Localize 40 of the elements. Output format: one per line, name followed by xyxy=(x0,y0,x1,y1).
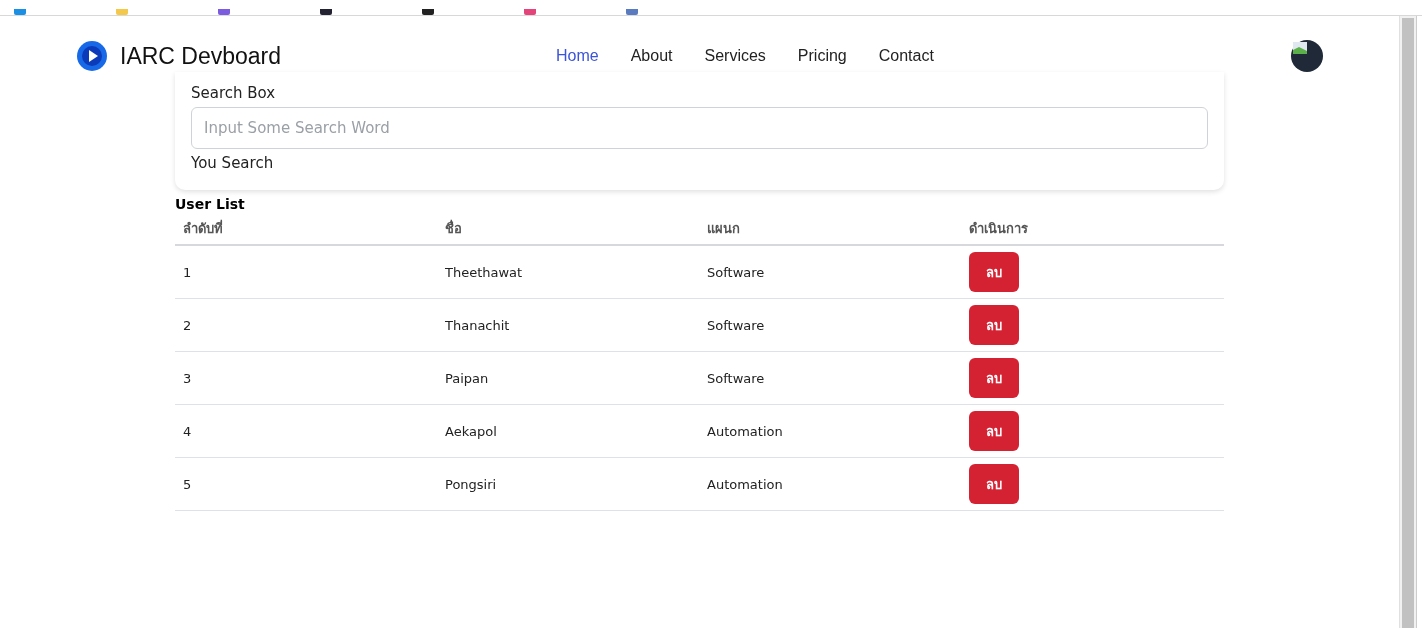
delete-button[interactable]: ลบ xyxy=(969,252,1019,292)
table-cell: 4 xyxy=(183,423,192,439)
bookmark-icon[interactable] xyxy=(218,9,230,15)
table-cell: Automation xyxy=(707,476,783,492)
search-result-label: You Search xyxy=(191,154,275,172)
table-cell: Theethawat xyxy=(445,264,523,280)
nav-link[interactable]: Home xyxy=(556,47,599,65)
scrollbar-thumb[interactable] xyxy=(1402,18,1414,628)
bookmark-icon[interactable] xyxy=(422,9,434,15)
delete-button[interactable]: ลบ xyxy=(969,358,1019,398)
table-cell: 5 xyxy=(183,476,192,492)
table-cell: Software xyxy=(707,370,765,386)
table-cell: Software xyxy=(707,264,765,280)
table-cell: Thanachit xyxy=(445,317,510,333)
search-field[interactable]: Input Some Search Word xyxy=(191,107,1208,149)
nav-link[interactable]: Pricing xyxy=(797,47,847,65)
table-cell: Pongsiri xyxy=(445,476,497,492)
play-logo-icon xyxy=(76,40,108,72)
delete-button[interactable]: ลบ xyxy=(969,411,1019,451)
column-header: แผนก xyxy=(707,219,740,238)
nav-link[interactable]: Services xyxy=(704,47,766,65)
table-cell: 2 xyxy=(183,317,192,333)
bookmark-icon[interactable] xyxy=(320,9,332,15)
column-header: ลำดับที่ xyxy=(183,218,223,238)
delete-button[interactable]: ลบ xyxy=(969,305,1019,345)
nav-link[interactable]: Contact xyxy=(878,47,934,65)
search-label: Search Box xyxy=(191,84,277,102)
avatar-icon[interactable] xyxy=(1291,40,1323,72)
nav-link[interactable]: About xyxy=(630,47,673,65)
table-cell: 1 xyxy=(183,264,192,280)
column-header: ดำเนินการ xyxy=(969,219,1028,238)
table-cell: Aekapol xyxy=(445,423,497,439)
table-cell: Automation xyxy=(707,423,783,439)
table-cell: Software xyxy=(707,317,765,333)
delete-button[interactable]: ลบ xyxy=(969,464,1019,504)
table-cell: Paipan xyxy=(445,370,489,386)
table-cell: 3 xyxy=(183,370,192,386)
brand-name: IARC Devboard xyxy=(120,42,282,70)
column-header: ชื่อ xyxy=(445,218,462,238)
table-title: User List xyxy=(175,196,245,212)
